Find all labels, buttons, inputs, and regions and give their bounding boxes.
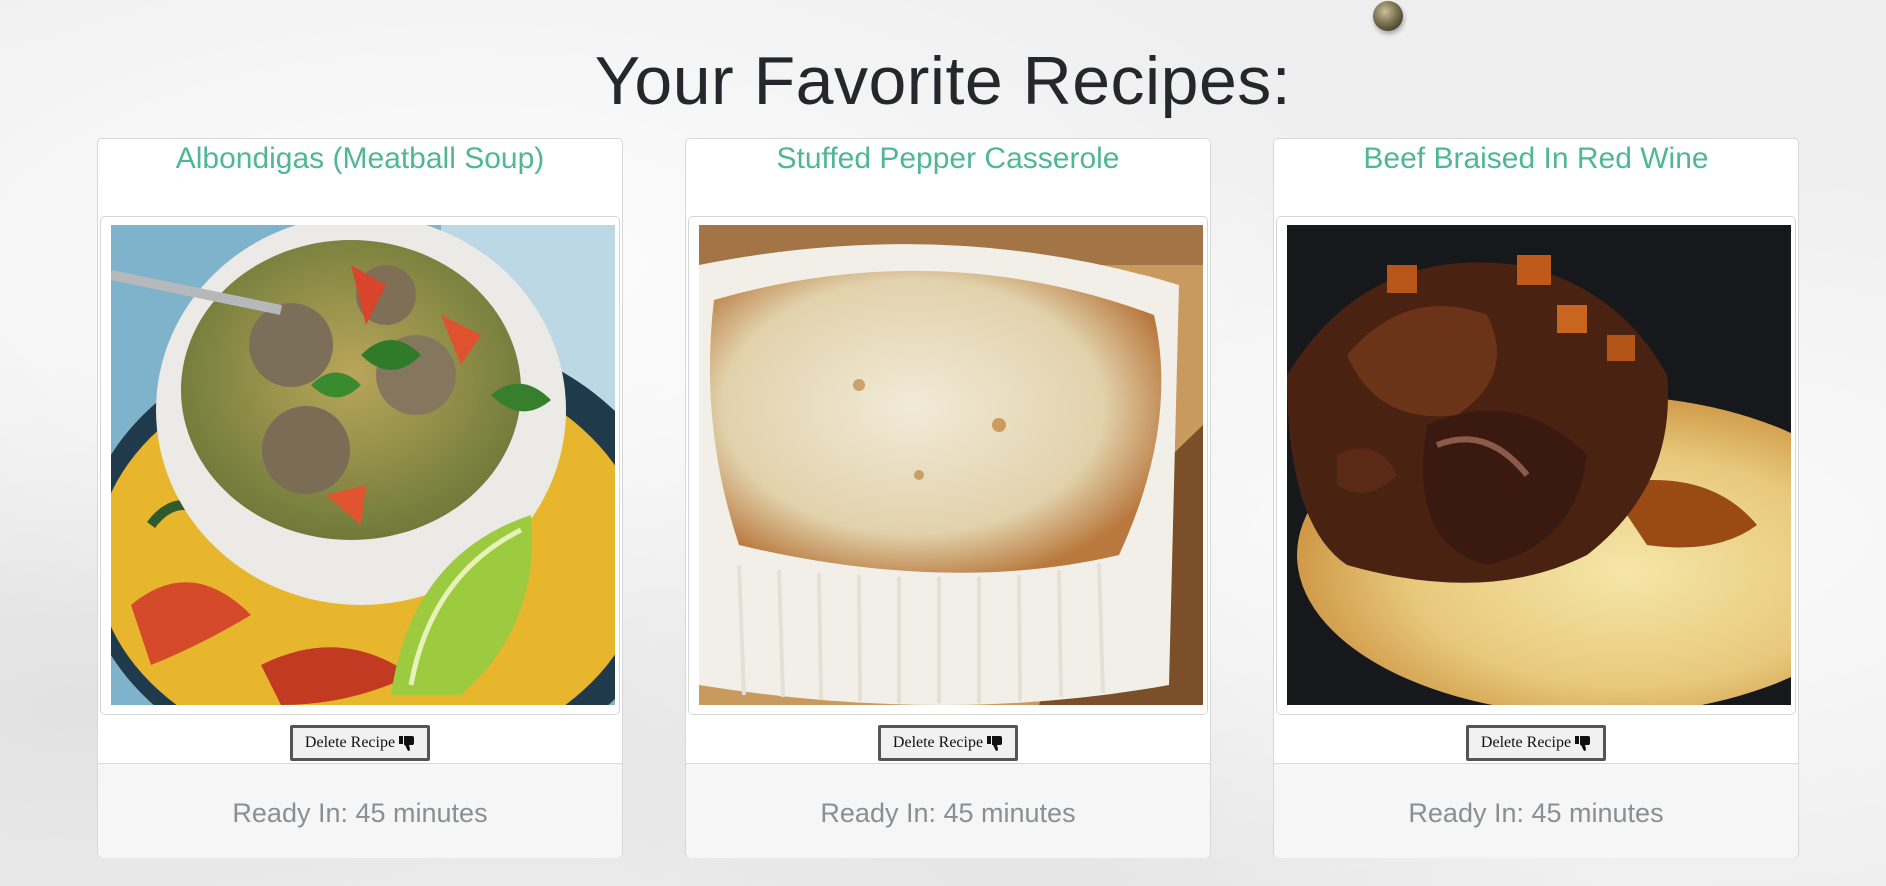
ready-time: Ready In: 45 minutes [1274, 763, 1798, 858]
recipe-title[interactable]: Stuffed Pepper Casserole [686, 139, 1210, 217]
recipe-image-frame [688, 216, 1208, 715]
ready-time: Ready In: 45 minutes [98, 763, 622, 858]
recipe-card: Albondigas (Meatball Soup) Delete Recipe… [97, 138, 623, 858]
meatball-soup-photo[interactable] [111, 225, 615, 705]
peppercorn-decoration [1373, 1, 1403, 31]
recipe-card: Beef Braised In Red Wine Delete Recipe R… [1273, 138, 1799, 858]
thumbs-down-icon [399, 735, 415, 751]
delete-recipe-button[interactable]: Delete Recipe [1465, 725, 1607, 761]
delete-button-label: Delete Recipe [892, 734, 984, 751]
thumbs-down-icon [987, 735, 1003, 751]
page-title: Your Favorite Recipes: [594, 43, 1292, 119]
recipe-image-frame [1276, 216, 1796, 715]
delete-recipe-button[interactable]: Delete Recipe [289, 725, 431, 761]
recipe-image-frame [100, 216, 620, 715]
delete-button-label: Delete Recipe [1480, 734, 1572, 751]
delete-recipe-button[interactable]: Delete Recipe [877, 725, 1019, 761]
thumbs-down-icon [1575, 735, 1591, 751]
delete-button-label: Delete Recipe [304, 734, 396, 751]
ready-time: Ready In: 45 minutes [686, 763, 1210, 858]
recipe-card: Stuffed Pepper Casserole Delete Recipe R… [685, 138, 1211, 858]
casserole-photo[interactable] [699, 225, 1203, 705]
recipe-title[interactable]: Albondigas (Meatball Soup) [98, 139, 622, 217]
braised-beef-photo[interactable] [1287, 225, 1791, 705]
recipe-title[interactable]: Beef Braised In Red Wine [1274, 139, 1798, 217]
